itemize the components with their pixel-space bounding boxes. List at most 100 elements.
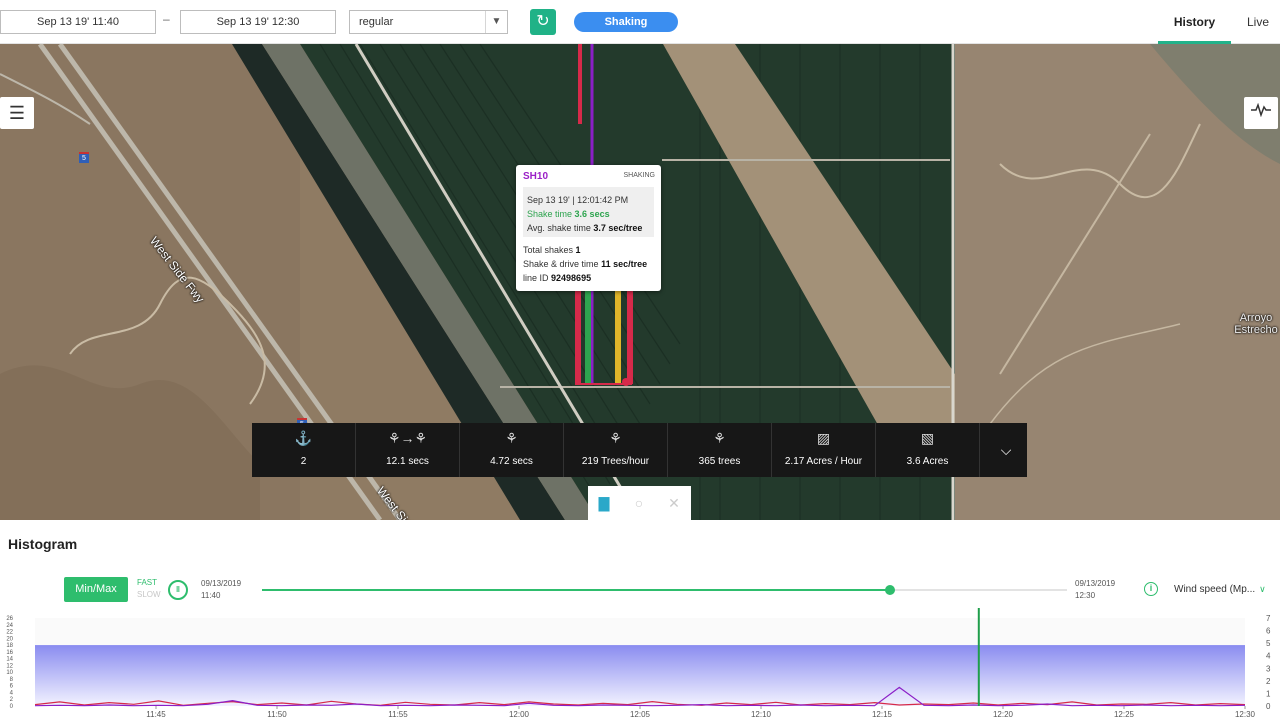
stat-acres: ▧ 3.6 Acres [876,423,980,477]
mode-select-value: regular [359,16,394,28]
x-tick-label: 12:05 [630,710,651,719]
speed-fast-option[interactable]: FAST [137,578,157,587]
tab-live[interactable]: Live [1236,0,1280,44]
start-date-input[interactable]: Sep 13 19' 11:40 [0,10,156,34]
expand-stats-button[interactable]: ⌵ [985,423,1027,477]
chevron-down-icon: ⌵ [1000,442,1012,458]
x-tick-label: 11:45 [146,710,166,719]
shaker-icon: ⚓ [294,430,313,446]
stat-value: 365 trees [698,456,741,467]
pause-button[interactable]: ‖ [168,580,188,600]
range-start: 09/13/2019 11:40 [201,579,242,600]
y-tick-label: 18 [6,643,13,649]
speed-slow-option[interactable]: SLOW [137,590,161,599]
layers-icon: ☰ [8,103,26,123]
tree-icon: ⚘ [713,430,726,446]
mode-select[interactable]: regular ▼ [349,10,508,34]
shaking-filter-pill[interactable]: Shaking [574,12,678,32]
tooltip-shake-time: Shake time 3.6 secs [527,209,610,219]
y-tick-label: 3 [1266,664,1271,673]
layers-button[interactable]: ☰ [0,97,34,129]
tree-rate-icon: ⚘ [609,430,622,446]
metric-select-value: Wind speed (Mp... [1174,584,1256,595]
stat-trees-per-hour: ⚘ 219 Trees/hour [564,423,668,477]
stat-shakers: ⚓ 2 [252,423,356,477]
tooltip-avg-shake: Avg. shake time 3.7 sec/tree [527,223,643,233]
x-tick-label: 12:15 [872,710,893,719]
y-tick-label: 24 [6,623,13,629]
top-toolbar: Sep 13 19' 11:40 – Sep 13 19' 12:30 regu… [0,0,1280,44]
y-tick-label: 5 [1266,639,1271,648]
metric-select[interactable]: Wind speed (Mp... ∨ [1174,584,1266,595]
x-tick-label: 11:50 [267,710,287,719]
x-axis: 11:45 11:50 11:55 12:00 12:05 12:10 12:15 12:20… [146,706,1256,719]
y-tick-label: 12 [6,663,13,669]
stat-shake-time: ⚘ 4.72 secs [460,423,564,477]
y-tick-label: 26 [6,616,13,622]
acres-rate-icon: ▨ [816,430,831,446]
stat-value: 219 Trees/hour [581,456,650,467]
tooltip-summary: Total shakes 1 Shake & drive time 11 sec… [523,243,647,285]
shake-tooltip: SH10 SHAKING Sep 13 19' | 12:01:42 PM Sh… [516,165,661,291]
info-icon[interactable]: i [1144,582,1158,596]
timeline-slider-fill [262,589,890,591]
highway-shield: 5 [79,152,89,163]
tree-to-tree-icon: ⚘→⚘ [387,430,428,446]
activity-button[interactable] [1244,97,1278,129]
close-icon[interactable]: ✕ [664,493,684,513]
x-tick-label: 12:30 [1235,710,1256,719]
y-axis-left: 26242220181614121086420 [6,616,13,710]
y-tick-label: 4 [1266,652,1271,661]
activity-icon [1251,102,1271,118]
timeline-slider[interactable] [262,585,1067,595]
x-tick-label: 12:10 [751,710,772,719]
y-axis-right: 7 6 5 4 3 2 1 0 [1266,614,1271,711]
loading-icon[interactable]: ○ [629,493,649,513]
stat-value: 3.6 Acres [906,456,949,467]
tooltip-total-shakes: Total shakes 1 [523,245,581,255]
tooltip-status: SHAKING [623,172,655,179]
stat-trees: ⚘ 365 trees [668,423,772,477]
timeline-slider-handle[interactable] [884,585,895,595]
wind-band [35,645,1245,706]
stat-value: 2 [300,456,307,467]
shake-tree-icon: ⚘ [505,430,518,446]
x-tick-label: 12:25 [1114,710,1135,719]
refresh-button[interactable]: ↻ [530,9,556,35]
y-tick-label: 4 [10,690,14,696]
chart-icon[interactable]: ▇ [594,493,614,513]
min-max-button[interactable]: Min/Max [64,577,128,602]
stat-value: 4.72 secs [490,456,533,467]
histogram-title: Histogram [8,536,78,552]
stat-value: 2.17 Acres / Hour [784,456,863,467]
chevron-down-icon: ▼ [485,11,507,33]
end-date-input[interactable]: Sep 13 19' 12:30 [180,10,336,34]
y-tick-label: 0 [10,704,14,710]
track-toolbar: ▇ ○ ✕ [588,486,691,520]
chevron-down-icon: ∨ [1259,584,1266,594]
tooltip-drive-time: Shake & drive time 11 sec/tree [523,259,648,269]
x-tick-label: 12:20 [993,710,1014,719]
tab-history[interactable]: History [1158,0,1231,44]
range-end: 09/13/2019 12:30 [1075,579,1116,600]
pause-icon: ‖ [176,585,180,594]
tooltip-line-id: line ID 92498695 [523,273,592,283]
stat-value: 12.1 secs [386,456,429,467]
stat-tree-to-tree: ⚘→⚘ 12.1 secs [356,423,460,477]
tooltip-detail-box: Sep 13 19' | 12:01:42 PM Shake time 3.6 … [523,187,654,237]
y-tick-label: 6 [1266,627,1271,636]
y-tick-label: 2 [1266,677,1271,686]
y-tick-label: 8 [10,677,14,683]
y-tick-label: 22 [6,630,13,636]
y-tick-label: 7 [1266,614,1271,623]
y-tick-label: 2 [10,697,14,703]
histogram-chart[interactable]: 26242220181614121086420 76543210 11:45 11… [0,608,1280,720]
y-tick-label: 16 [6,650,13,656]
map-label-arroyo-estrecho: Arroyo Estrecho [1234,312,1278,336]
stat-acres-per-hour: ▨ 2.17 Acres / Hour [772,423,876,477]
x-tick-label: 11:55 [388,710,408,719]
refresh-icon: ↻ [536,13,550,30]
y-tick-label: 1 [1266,689,1271,698]
y-tick-label: 14 [6,657,13,663]
tooltip-datetime: Sep 13 19' | 12:01:42 PM [527,195,629,205]
